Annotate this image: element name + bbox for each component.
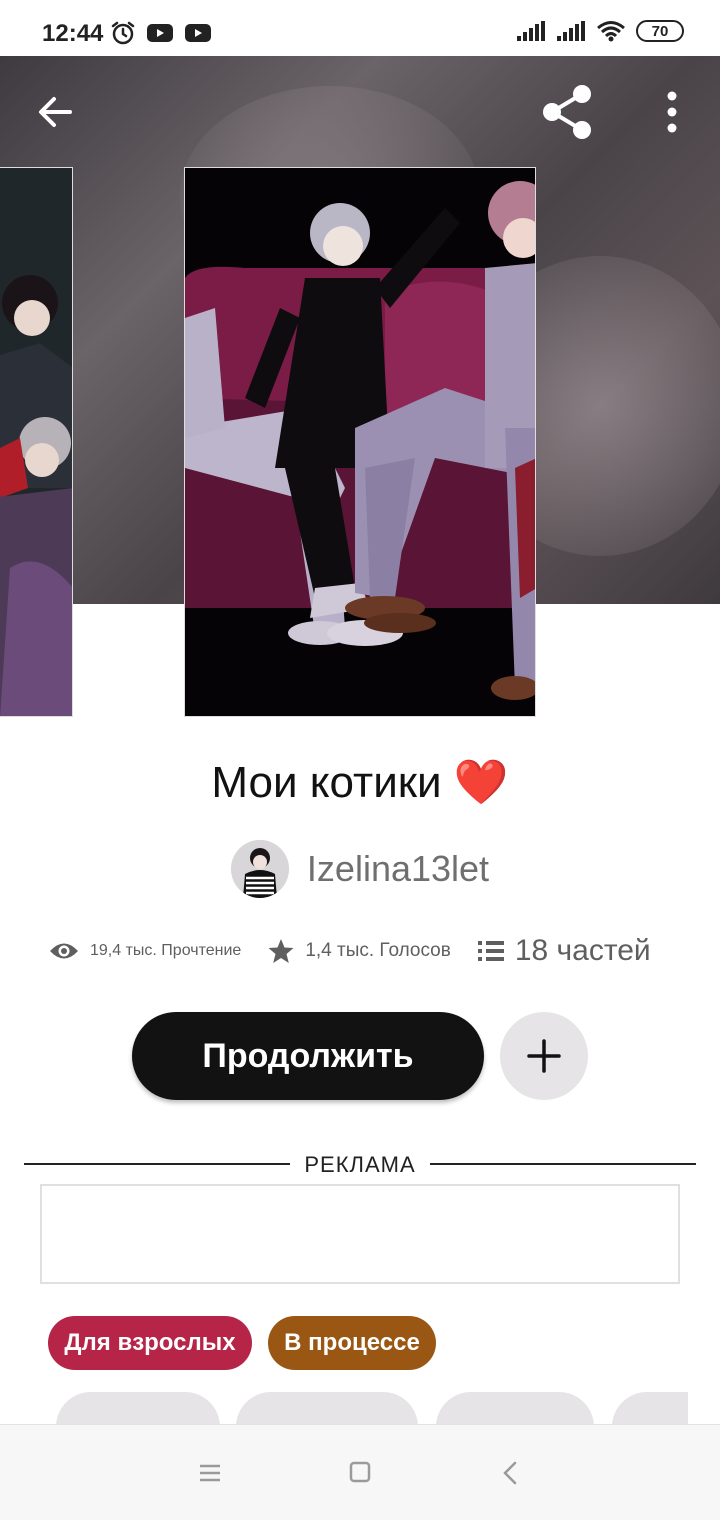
- votes-count: 1,4 тыс. Голосов: [305, 940, 451, 961]
- signal-icon: [517, 21, 545, 41]
- continue-reading-button[interactable]: Продолжить: [132, 1012, 484, 1100]
- signal-icon: [557, 21, 585, 41]
- mature-tag: Для взрослых: [48, 1316, 252, 1370]
- story-cover[interactable]: [184, 167, 536, 717]
- more-options-button[interactable]: [652, 86, 692, 138]
- status-icons-right: 70: [516, 20, 684, 42]
- avatar-image: [230, 840, 289, 898]
- votes-stat: 1,4 тыс. Голосов: [267, 937, 451, 965]
- ad-divider: РЕКЛАМА: [24, 1150, 696, 1178]
- star-icon: [268, 939, 294, 963]
- youtube-icon: [147, 24, 173, 42]
- more-vertical-icon: [667, 91, 677, 133]
- alarm-icon: [111, 21, 135, 45]
- system-back-button[interactable]: [490, 1455, 530, 1491]
- tag-chip[interactable]: [56, 1392, 220, 1426]
- home-button[interactable]: [340, 1455, 380, 1491]
- share-button[interactable]: [536, 82, 600, 142]
- tag-chip[interactable]: [436, 1392, 594, 1426]
- menu-icon: [200, 1464, 220, 1482]
- ad-container[interactable]: [40, 1184, 680, 1284]
- back-button[interactable]: [30, 86, 82, 138]
- status-icons-left: [110, 20, 212, 46]
- author-name[interactable]: Izelina13let: [307, 848, 489, 890]
- status-time: 12:44: [42, 20, 104, 47]
- tag-chip[interactable]: [236, 1392, 418, 1426]
- parts-stat[interactable]: 18 частей: [477, 934, 651, 968]
- add-to-library-button[interactable]: [500, 1012, 588, 1100]
- ad-label: РЕКЛАМА: [304, 1152, 416, 1177]
- youtube-icon: [185, 24, 211, 42]
- previous-story-cover[interactable]: [0, 167, 73, 717]
- author-row[interactable]: Izelina13let: [0, 840, 720, 898]
- status-bar: 12:44 70: [0, 0, 720, 56]
- parts-count[interactable]: 18 частей: [515, 934, 651, 968]
- story-tags-row[interactable]: [0, 1392, 688, 1426]
- eye-icon: [50, 943, 78, 959]
- wifi-icon: [597, 21, 625, 42]
- author-avatar[interactable]: [230, 840, 289, 898]
- list-icon: [477, 941, 504, 961]
- battery-icon: 70: [636, 20, 684, 42]
- home-square-icon: [349, 1461, 371, 1483]
- arrow-left-icon: [39, 97, 72, 127]
- back-chevron-icon: [503, 1461, 517, 1485]
- tag-chip[interactable]: [612, 1392, 688, 1426]
- recent-apps-button[interactable]: [190, 1455, 230, 1491]
- cover-illustration: [185, 168, 535, 716]
- story-title: Мои котики ❤️: [211, 758, 509, 807]
- share-icon: [543, 85, 591, 139]
- cover-illustration: [0, 168, 72, 716]
- plus-icon: [527, 1039, 561, 1073]
- ongoing-tag: В процессе: [268, 1316, 436, 1370]
- reads-stat: 19,4 тыс. Прочтение: [48, 940, 241, 962]
- story-stats: 19,4 тыс. Прочтение 1,4 тыс. Голосов 18 …: [48, 934, 688, 968]
- reads-count: 19,4 тыс. Прочтение: [90, 942, 242, 959]
- system-navigation-bar: [0, 1424, 720, 1520]
